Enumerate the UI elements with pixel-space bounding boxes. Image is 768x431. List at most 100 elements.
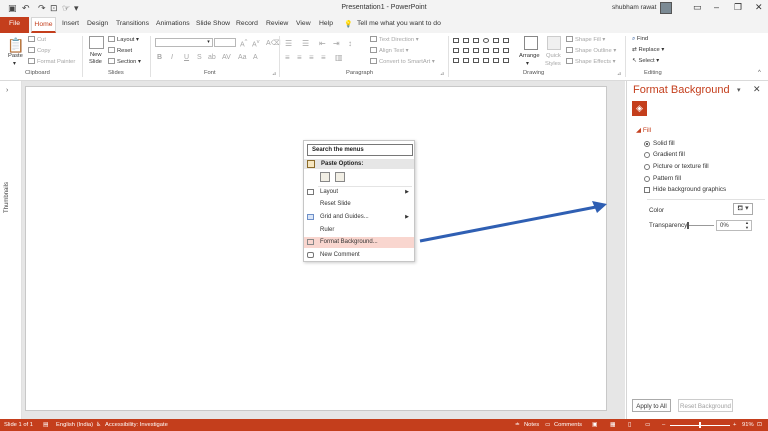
shape-icon[interactable] xyxy=(473,38,479,43)
align-text-button[interactable]: Align Text ▾ xyxy=(370,47,409,54)
spinner-icon[interactable]: ▲ ▼ xyxy=(745,220,749,230)
menu-item-ruler[interactable]: Ruler xyxy=(304,225,414,236)
tab-review[interactable]: Review xyxy=(266,20,288,27)
section-button[interactable]: Section ▾ xyxy=(108,58,141,65)
columns-icon[interactable]: ▥ xyxy=(335,53,343,62)
menu-search-input[interactable]: Search the menus xyxy=(307,144,413,156)
menu-item-reset-slide[interactable]: Reset Slide xyxy=(304,199,414,210)
find-button[interactable]: ⌕ Find xyxy=(632,36,648,43)
align-left-icon[interactable]: ≡ xyxy=(285,53,290,62)
quick-styles-icon[interactable] xyxy=(547,36,561,50)
decrease-indent-icon[interactable]: ⇤ xyxy=(319,39,326,48)
shape-icon[interactable] xyxy=(493,38,499,43)
arrange-button[interactable]: Arrange xyxy=(519,53,540,59)
cut-button[interactable]: Cut xyxy=(28,36,46,43)
expand-thumbnails-icon[interactable]: › xyxy=(6,87,8,94)
shape-icon[interactable] xyxy=(463,48,469,53)
slideshow-view-icon[interactable]: ▭ xyxy=(645,422,650,428)
paragraph-dialog-launcher-icon[interactable]: ⊿ xyxy=(440,71,444,77)
drawing-dialog-launcher-icon[interactable]: ⊿ xyxy=(617,71,621,77)
arrange-dropdown-icon[interactable]: ▾ xyxy=(526,61,529,67)
align-center-icon[interactable]: ≡ xyxy=(297,53,302,62)
shape-icon[interactable] xyxy=(503,48,509,53)
comments-icon[interactable]: ▭ xyxy=(545,422,550,428)
transparency-input[interactable]: 0% ▲ ▼ xyxy=(716,220,752,231)
paste-keep-formatting-icon[interactable] xyxy=(320,172,330,182)
shape-icon[interactable] xyxy=(463,58,469,63)
new-slide-icon[interactable] xyxy=(89,36,104,49)
character-spacing-icon[interactable]: AV xyxy=(222,54,231,61)
tab-insert[interactable]: Insert xyxy=(62,20,79,27)
ribbon-display-icon[interactable]: ▭ xyxy=(693,2,702,13)
slide-sorter-icon[interactable]: ▦ xyxy=(610,422,615,428)
italic-button[interactable]: I xyxy=(171,54,173,61)
accessibility-status[interactable]: Accessibility: Investigate xyxy=(105,422,168,428)
replace-button[interactable]: ⇄ Replace ▾ xyxy=(632,47,664,53)
normal-view-icon[interactable]: ▣ xyxy=(592,422,597,428)
tab-design[interactable]: Design xyxy=(87,20,108,27)
tab-animations[interactable]: Animations xyxy=(156,20,190,27)
user-name[interactable]: shubham rawat xyxy=(612,4,656,11)
zoom-out-icon[interactable]: – xyxy=(662,422,665,428)
bold-button[interactable]: B xyxy=(157,54,162,61)
restore-icon[interactable]: ❐ xyxy=(734,2,742,13)
menu-item-new-comment[interactable]: New Comment xyxy=(304,250,414,261)
zoom-in-icon[interactable]: + xyxy=(733,422,736,428)
menu-item-layout[interactable]: Layout ▶ xyxy=(304,187,414,198)
avatar[interactable] xyxy=(660,2,672,14)
shape-effects-button[interactable]: Shape Effects ▾ xyxy=(566,58,616,65)
new-slide-button-line2[interactable]: Slide xyxy=(89,59,102,65)
spelling-icon[interactable]: ▤ xyxy=(43,422,48,428)
language-indicator[interactable]: English (India) xyxy=(56,422,93,428)
notes-icon[interactable]: ≐ xyxy=(515,422,520,428)
paste-button[interactable]: Paste xyxy=(8,53,23,59)
bullets-icon[interactable]: ☰ xyxy=(285,39,292,48)
menu-item-grid-guides[interactable]: Grid and Guides... ▶ xyxy=(304,212,414,223)
arrange-icon[interactable] xyxy=(524,36,538,50)
reset-button[interactable]: Reset xyxy=(108,47,132,54)
paste-icon[interactable]: 📋 xyxy=(7,37,24,54)
color-picker-button[interactable]: ⛾ ▾ xyxy=(733,203,753,215)
accessibility-icon[interactable]: ♿ xyxy=(96,422,101,428)
shape-icon[interactable] xyxy=(453,58,459,63)
numbering-icon[interactable]: ☰ xyxy=(302,39,309,48)
shape-icon[interactable] xyxy=(453,48,459,53)
transparency-slider-handle[interactable] xyxy=(687,222,689,229)
shape-icon[interactable] xyxy=(463,38,469,43)
notes-button[interactable]: Notes xyxy=(524,422,539,428)
close-icon[interactable]: ✕ xyxy=(755,2,763,13)
align-right-icon[interactable]: ≡ xyxy=(309,53,314,62)
shape-icon[interactable] xyxy=(483,38,489,43)
reading-view-icon[interactable]: ▯ xyxy=(628,422,631,428)
font-dialog-launcher-icon[interactable]: ⊿ xyxy=(272,71,276,77)
layout-button[interactable]: Layout ▾ xyxy=(108,36,139,43)
shape-icon[interactable] xyxy=(493,48,499,53)
font-name-dropdown-icon[interactable]: ▾ xyxy=(205,38,213,47)
decrease-font-icon[interactable]: Av xyxy=(252,39,260,48)
pane-options-icon[interactable]: ▾ xyxy=(737,86,741,94)
comments-button[interactable]: Comments xyxy=(554,422,582,428)
line-spacing-icon[interactable]: ↕ xyxy=(348,39,352,48)
tab-view[interactable]: View xyxy=(296,20,311,27)
strikethrough-button[interactable]: S xyxy=(197,54,202,61)
reset-background-button[interactable]: Reset Background xyxy=(678,399,733,412)
fit-slide-icon[interactable]: ⊡ xyxy=(757,422,762,428)
smartart-button[interactable]: Convert to SmartArt ▾ xyxy=(370,58,435,65)
shape-icon[interactable] xyxy=(493,58,499,63)
tab-file[interactable]: File xyxy=(0,17,29,33)
shape-icon[interactable] xyxy=(483,58,489,63)
thumbnails-pane[interactable]: › Thumbnails xyxy=(0,81,22,419)
menu-item-format-background[interactable]: Format Background... xyxy=(304,237,414,248)
font-name-combo[interactable] xyxy=(155,38,212,47)
tab-help[interactable]: Help xyxy=(319,20,333,27)
shape-icon[interactable] xyxy=(453,38,459,43)
quick-styles-button[interactable]: Quick xyxy=(546,53,561,59)
minimize-icon[interactable]: – xyxy=(714,2,719,12)
new-slide-button[interactable]: New xyxy=(90,52,102,58)
fill-section-header[interactable]: ◢ Fill xyxy=(636,126,651,134)
format-painter-button[interactable]: Format Painter xyxy=(28,58,75,65)
font-size-combo[interactable] xyxy=(214,38,236,47)
zoom-slider-handle[interactable] xyxy=(699,422,701,428)
text-shadow-button[interactable]: ab xyxy=(208,54,216,61)
copy-button[interactable]: Copy xyxy=(28,47,51,54)
